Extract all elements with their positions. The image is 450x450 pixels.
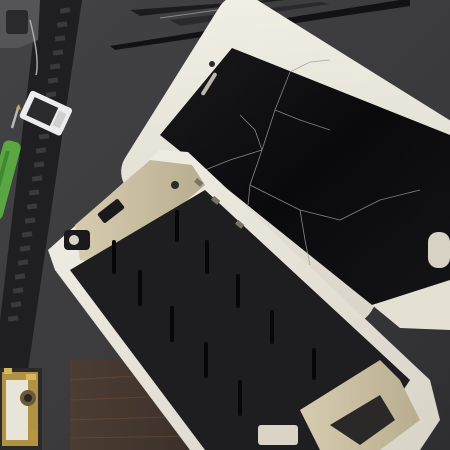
photo-scene bbox=[0, 0, 450, 450]
circuit-board-icon bbox=[0, 368, 42, 450]
phone-repair-photo bbox=[0, 0, 450, 450]
